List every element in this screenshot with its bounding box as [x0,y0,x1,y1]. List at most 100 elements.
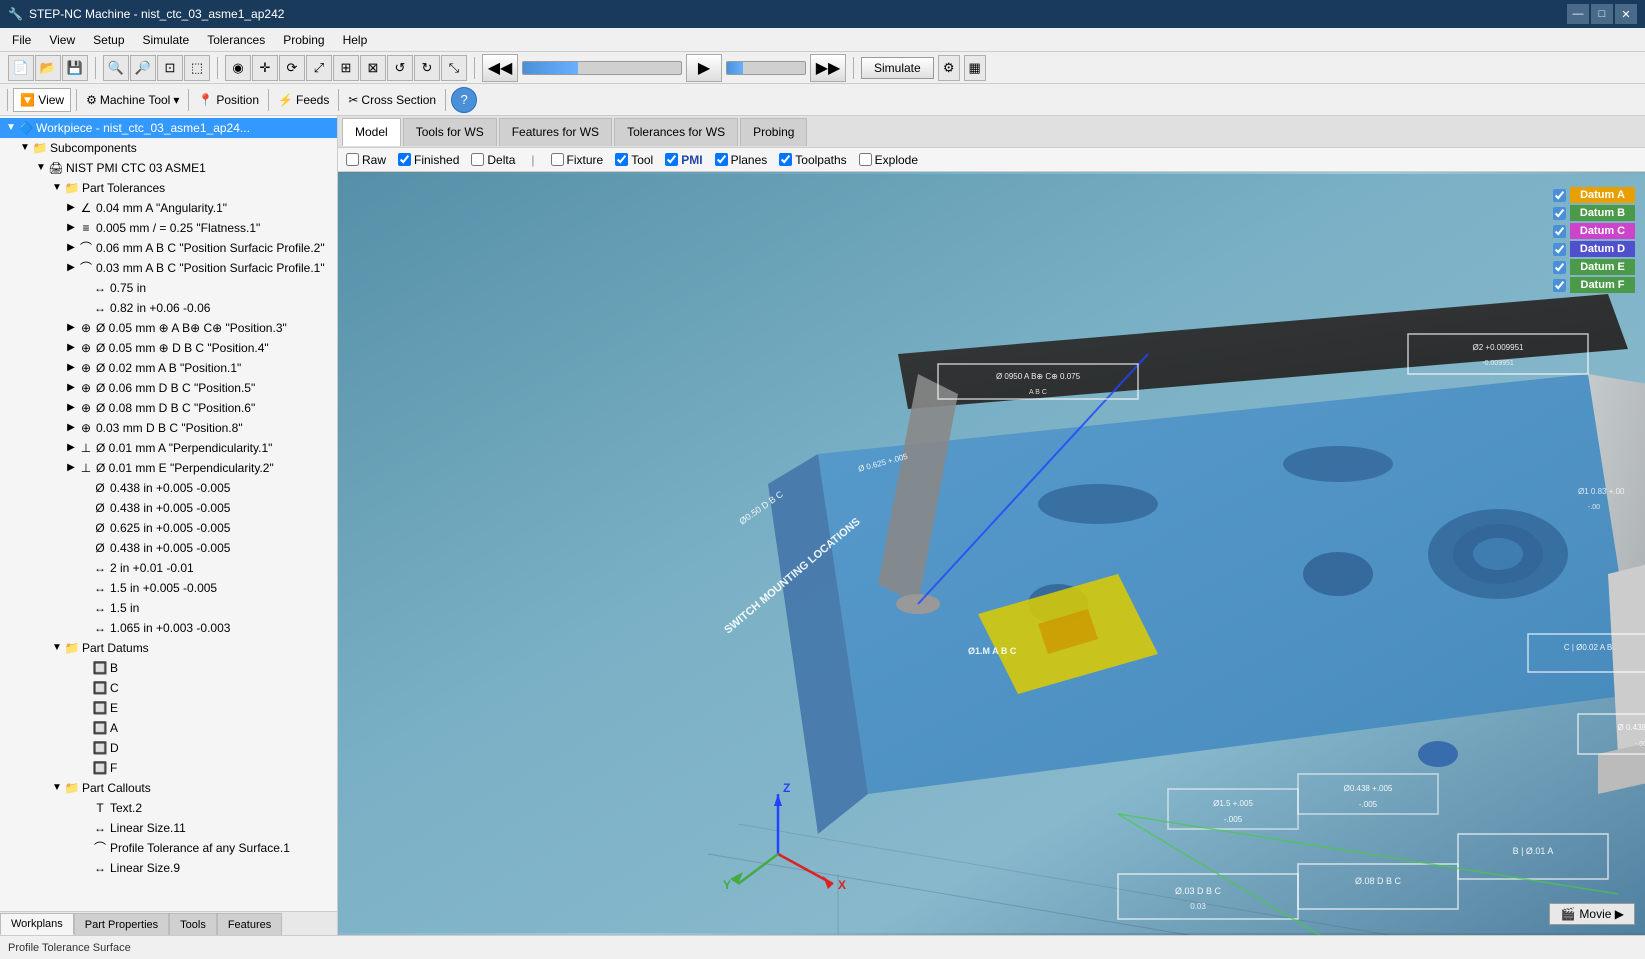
menu-view[interactable]: View [41,29,83,51]
tree-arrow-sub[interactable]: ▼ [18,139,32,157]
datum-e-item[interactable]: Datum E [1553,259,1635,275]
maximize-button[interactable]: □ [1591,4,1613,24]
tree-arrow-tol13[interactable]: ▶ [64,459,78,477]
explode-checkbox[interactable] [859,153,872,166]
tree-tol-2[interactable]: ▶ ⌒ 0.06 mm A B C "Position Surfacic Pro… [0,238,337,258]
datum-b-item[interactable]: Datum B [1553,205,1635,221]
minimize-button[interactable]: — [1567,4,1589,24]
explode-checkbox-label[interactable]: Explode [859,153,918,167]
viewport-tab-features-ws[interactable]: Features for WS [499,118,612,146]
movie-button[interactable]: 🎬 Movie ▶ [1549,903,1635,925]
datum-f-checkbox[interactable] [1553,279,1566,292]
tree-tol-11[interactable]: ▶ ⊕ 0.03 mm D B C "Position.8" [0,418,337,438]
tree-arrow-tol11[interactable]: ▶ [64,419,78,437]
tab-tools[interactable]: Tools [169,913,217,935]
tree-arrow-tol0[interactable]: ▶ [64,199,78,217]
tree-arrow-callouts[interactable]: ▼ [50,779,64,797]
tree-tol-13[interactable]: ▶ ⊥ Ø 0.01 mm E "Perpendicularity.2" [0,458,337,478]
tree-tol-14[interactable]: Ø 0.438 in +0.005 -0.005 [0,478,337,498]
tree-arrow-datums[interactable]: ▼ [50,639,64,657]
fixture-checkbox[interactable] [551,153,564,166]
tree-part-tolerances[interactable]: ▼ 📁 Part Tolerances [0,178,337,198]
zoom-out-button[interactable]: 🔎 [130,55,156,81]
panel-btn[interactable]: ▦ [964,55,986,81]
delta-checkbox-label[interactable]: Delta [471,153,515,167]
tree-arrow-nist[interactable]: ▼ [34,159,48,177]
tree-arrow-tol6[interactable]: ▶ [64,319,78,337]
tab-workplans[interactable]: Workplans [0,913,74,935]
pmi-checkbox-label[interactable]: PMI [665,153,702,167]
tab-part-properties[interactable]: Part Properties [74,913,169,935]
datum-e-checkbox[interactable] [1553,261,1566,274]
tree-tol-16[interactable]: Ø 0.625 in +0.005 -0.005 [0,518,337,538]
tree-arrow-tol3[interactable]: ▶ [64,259,78,277]
viewport-3d[interactable]: SWITCH MOUNTING LOCATIONS Ø0.50 D B C Ø … [338,172,1645,935]
tree-subcomponents[interactable]: ▼ 📁 Subcomponents [0,138,337,158]
zoom-select-button[interactable]: ⬚ [184,55,210,81]
tree-datum-F[interactable]: 🔲 F [0,758,337,778]
view-dropdown[interactable]: 🔽 View [13,88,71,112]
datum-c-item[interactable]: Datum C [1553,223,1635,239]
pmi-checkbox[interactable] [665,153,678,166]
delta-checkbox[interactable] [471,153,484,166]
tree-tol-7[interactable]: ▶ ⊕ Ø 0.05 mm ⊕ D B C "Position.4" [0,338,337,358]
tool-checkbox-label[interactable]: Tool [615,153,653,167]
new-button[interactable]: 📄 [8,55,34,81]
zoom-in-button[interactable]: 🔍 [103,55,129,81]
tree-part-callouts[interactable]: ▼ 📁 Part Callouts [0,778,337,798]
menu-help[interactable]: Help [335,29,376,51]
datum-a-checkbox[interactable] [1553,189,1566,202]
toolpaths-checkbox[interactable] [779,153,792,166]
tree-arrow-tol9[interactable]: ▶ [64,379,78,397]
tree-tol-15[interactable]: Ø 0.438 in +0.005 -0.005 [0,498,337,518]
tool-checkbox[interactable] [615,153,628,166]
menu-probing[interactable]: Probing [275,29,332,51]
tree-tol-3[interactable]: ▶ ⌒ 0.03 mm A B C "Position Surfacic Pro… [0,258,337,278]
tree-datum-C[interactable]: 🔲 C [0,678,337,698]
tree-arrow-root[interactable]: ▼ [4,119,18,137]
cross-section-label[interactable]: ✂ Cross Section [344,93,440,107]
view-btn9[interactable]: ⤡ [441,55,467,81]
open-button[interactable]: 📂 [35,55,61,81]
position-label[interactable]: 📍 Position [194,93,263,107]
tree-tol-6[interactable]: ▶ ⊕ Ø 0.05 mm ⊕ A B⊕ C⊕ "Position.3" [0,318,337,338]
nav-last-button[interactable]: ▶▶ [810,54,846,82]
menu-file[interactable]: File [4,29,39,51]
finished-checkbox-label[interactable]: Finished [398,153,459,167]
tree-callout-2[interactable]: ⌒ Profile Tolerance af any Surface.1 [0,838,337,858]
tree-arrow-tol12[interactable]: ▶ [64,439,78,457]
tree-tol-18[interactable]: ↔ 2 in +0.01 -0.01 [0,558,337,578]
feeds-label[interactable]: ⚡ Feeds [274,93,333,107]
tree-tol-4[interactable]: ↔ 0.75 in [0,278,337,298]
tree-tol-17[interactable]: Ø 0.438 in +0.005 -0.005 [0,538,337,558]
simulate-button[interactable]: Simulate [861,57,934,79]
toolpaths-checkbox-label[interactable]: Toolpaths [779,153,846,167]
tree-arrow-tol1[interactable]: ▶ [64,219,78,237]
zoom-fit-button[interactable]: ⊡ [157,55,183,81]
close-button[interactable]: ✕ [1615,4,1637,24]
tree-arrow-tol[interactable]: ▼ [50,179,64,197]
tree-tol-1[interactable]: ▶ ≡ 0.005 mm / = 0.25 "Flatness.1" [0,218,337,238]
menu-tolerances[interactable]: Tolerances [199,29,273,51]
tree-callout-3[interactable]: ↔ Linear Size.9 [0,858,337,878]
datum-a-item[interactable]: Datum A [1553,187,1635,203]
tree-tol-21[interactable]: ↔ 1.065 in +0.003 -0.003 [0,618,337,638]
tree-tol-19[interactable]: ↔ 1.5 in +0.005 -0.005 [0,578,337,598]
viewport-tab-probing[interactable]: Probing [740,118,807,146]
tree-arrow-tol7[interactable]: ▶ [64,339,78,357]
view-btn8[interactable]: ↻ [414,55,440,81]
viewport-tab-model[interactable]: Model [342,118,401,146]
tree-callout-0[interactable]: T Text.2 [0,798,337,818]
tree-callout-1[interactable]: ↔ Linear Size.11 [0,818,337,838]
viewport-tab-tools-ws[interactable]: Tools for WS [403,118,497,146]
tree-tol-20[interactable]: ↔ 1.5 in [0,598,337,618]
datum-c-checkbox[interactable] [1553,225,1566,238]
help-button[interactable]: ? [451,87,477,113]
menu-simulate[interactable]: Simulate [135,29,198,51]
tree-tol-5[interactable]: ↔ 0.82 in +0.06 -0.06 [0,298,337,318]
tree-datum-D[interactable]: 🔲 D [0,738,337,758]
tree-container[interactable]: ▼ 🔷 Workpiece - nist_ctc_03_asme1_ap24..… [0,116,337,911]
view-btn7[interactable]: ↺ [387,55,413,81]
view-btn5[interactable]: ⊞ [333,55,359,81]
tree-nist[interactable]: ▼ 🖨 NIST PMI CTC 03 ASME1 [0,158,337,178]
